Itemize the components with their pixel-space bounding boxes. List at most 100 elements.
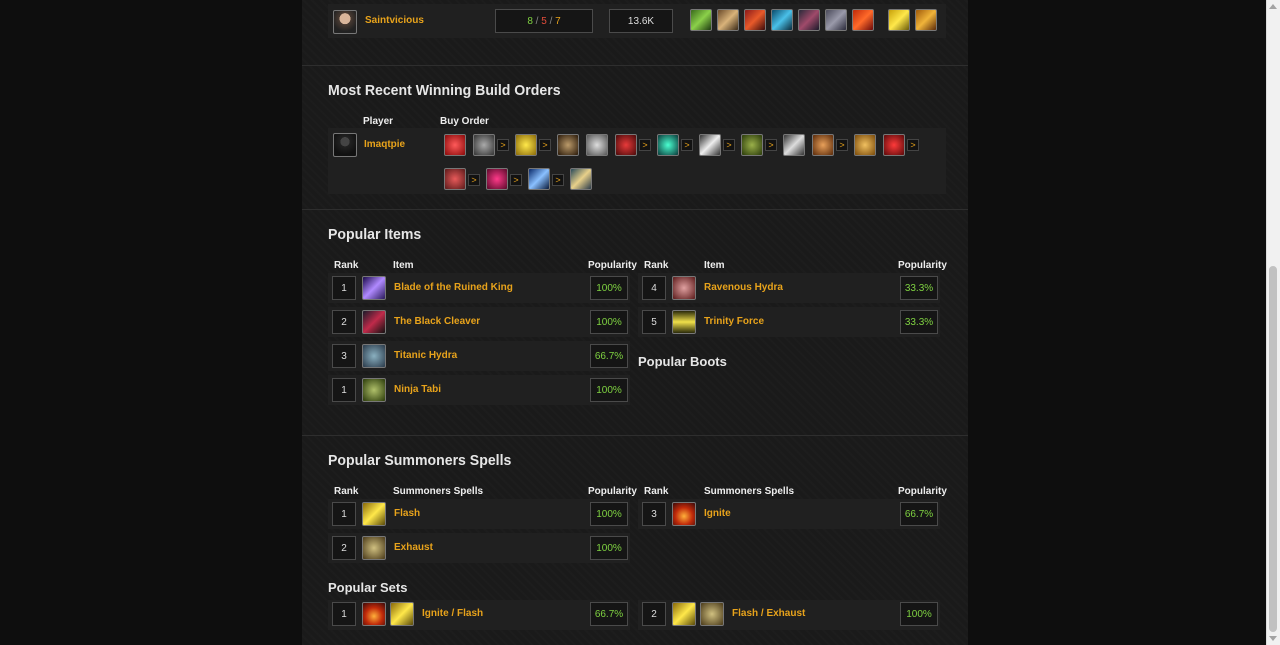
buy-order-separator: > — [510, 174, 522, 186]
flash-icon[interactable] — [672, 602, 696, 626]
item-icon[interactable] — [690, 9, 712, 31]
item-icon[interactable] — [557, 134, 579, 156]
item-icon[interactable] — [883, 134, 905, 156]
ignite-icon[interactable] — [672, 502, 696, 526]
rank-cell: 1 — [332, 276, 356, 300]
item-icon[interactable] — [852, 9, 874, 31]
popularity-value: 100% — [596, 316, 622, 328]
section-title-popular-items: Popular Items — [328, 226, 422, 243]
black-cleaver-icon[interactable] — [362, 310, 386, 334]
popularity-value: 100% — [596, 384, 622, 396]
item-icon[interactable] — [444, 134, 466, 156]
rank-cell: 4 — [642, 276, 666, 300]
popularity-value: 100% — [596, 282, 622, 294]
ninja-tabi-icon[interactable] — [741, 134, 763, 156]
blade-ruined-king-icon[interactable] — [362, 276, 386, 300]
buy-order-separator: > — [836, 139, 848, 151]
player-name[interactable]: Saintvicious — [365, 15, 424, 26]
kda-separator: / — [549, 15, 553, 27]
column-header-rank: Rank — [334, 260, 359, 271]
buy-order-separator: > — [765, 139, 777, 151]
popularity-cell: 66.7% — [590, 602, 628, 626]
item-icon[interactable] — [570, 168, 592, 190]
trinity-force-icon[interactable] — [672, 310, 696, 334]
player-avatar[interactable] — [333, 133, 357, 157]
kills-value: 8 — [527, 15, 533, 27]
popularity-cell: 100% — [590, 378, 628, 402]
item-name[interactable]: Ninja Tabi — [394, 384, 441, 395]
item-icon[interactable] — [771, 9, 793, 31]
column-header-spells: Summoners Spells — [393, 486, 484, 497]
player-name[interactable]: Imaqtpie — [364, 139, 405, 150]
scroll-up-arrow-icon[interactable] — [1269, 4, 1277, 9]
player-avatar[interactable] — [333, 10, 357, 34]
spell-name[interactable]: Ignite — [704, 508, 731, 519]
item-icon[interactable] — [825, 9, 847, 31]
item-icon[interactable] — [515, 134, 537, 156]
popularity-cell: 33.3% — [900, 310, 938, 334]
popularity-cell: 33.3% — [900, 276, 938, 300]
column-header-popularity: Popularity — [898, 260, 947, 271]
set-name[interactable]: Flash / Exhaust — [732, 608, 805, 619]
popularity-cell: 66.7% — [900, 502, 938, 526]
scroll-down-arrow-icon[interactable] — [1269, 636, 1277, 641]
rank-value: 3 — [341, 350, 347, 362]
rank-cell: 1 — [332, 502, 356, 526]
flash-icon[interactable] — [362, 502, 386, 526]
rank-value: 3 — [651, 508, 657, 520]
popularity-value: 66.7% — [904, 508, 934, 520]
ignite-icon[interactable] — [915, 9, 937, 31]
rank-cell: 1 — [332, 602, 356, 626]
titanic-hydra-icon[interactable] — [362, 344, 386, 368]
popularity-value: 100% — [596, 542, 622, 554]
popularity-cell: 66.7% — [590, 344, 628, 368]
subsection-title-popular-boots: Popular Boots — [638, 354, 727, 369]
exhaust-icon[interactable] — [362, 536, 386, 560]
item-name[interactable]: Titanic Hydra — [394, 350, 457, 361]
item-name[interactable]: Ravenous Hydra — [704, 282, 783, 293]
ravenous-hydra-icon[interactable] — [672, 276, 696, 300]
set-name[interactable]: Ignite / Flash — [422, 608, 483, 619]
flash-icon[interactable] — [888, 9, 910, 31]
kda-box: 8 / 5 / 7 — [495, 9, 593, 33]
column-header-item: Item — [393, 260, 414, 271]
column-header-popularity: Popularity — [588, 260, 637, 271]
item-icon[interactable] — [854, 134, 876, 156]
item-name[interactable]: Blade of the Ruined King — [394, 282, 513, 293]
popularity-cell: 100% — [590, 310, 628, 334]
item-icon[interactable] — [783, 134, 805, 156]
rank-value: 2 — [651, 608, 657, 620]
rank-cell: 3 — [332, 344, 356, 368]
ravenous-hydra-icon[interactable] — [444, 168, 466, 190]
column-header-item: Item — [704, 260, 725, 271]
item-icon[interactable] — [586, 134, 608, 156]
item-icon[interactable] — [657, 134, 679, 156]
item-icon[interactable] — [798, 9, 820, 31]
rank-cell: 1 — [332, 378, 356, 402]
item-name[interactable]: The Black Cleaver — [394, 316, 480, 327]
buy-order-separator: > — [552, 174, 564, 186]
item-icon[interactable] — [699, 134, 721, 156]
section-title-summoner-spells: Popular Summoners Spells — [328, 452, 512, 469]
scrollbar[interactable] — [1266, 0, 1280, 645]
ignite-icon[interactable] — [362, 602, 386, 626]
flash-icon[interactable] — [390, 602, 414, 626]
item-icon[interactable] — [717, 9, 739, 31]
popularity-value: 100% — [906, 608, 932, 620]
popularity-value: 33.3% — [904, 282, 934, 294]
item-icon[interactable] — [473, 134, 495, 156]
exhaust-icon[interactable] — [700, 602, 724, 626]
item-icon[interactable] — [528, 168, 550, 190]
assists-value: 7 — [555, 15, 561, 27]
item-icon[interactable] — [486, 168, 508, 190]
section-title-recent-builds: Most Recent Winning Build Orders — [328, 82, 561, 99]
spell-name[interactable]: Flash — [394, 508, 420, 519]
spell-name[interactable]: Exhaust — [394, 542, 433, 553]
item-icon[interactable] — [744, 9, 766, 31]
item-icon[interactable] — [615, 134, 637, 156]
item-name[interactable]: Trinity Force — [704, 316, 764, 327]
scroll-thumb[interactable] — [1269, 266, 1277, 632]
item-icon[interactable] — [812, 134, 834, 156]
rank-value: 1 — [341, 282, 347, 294]
ninja-tabi-icon[interactable] — [362, 378, 386, 402]
